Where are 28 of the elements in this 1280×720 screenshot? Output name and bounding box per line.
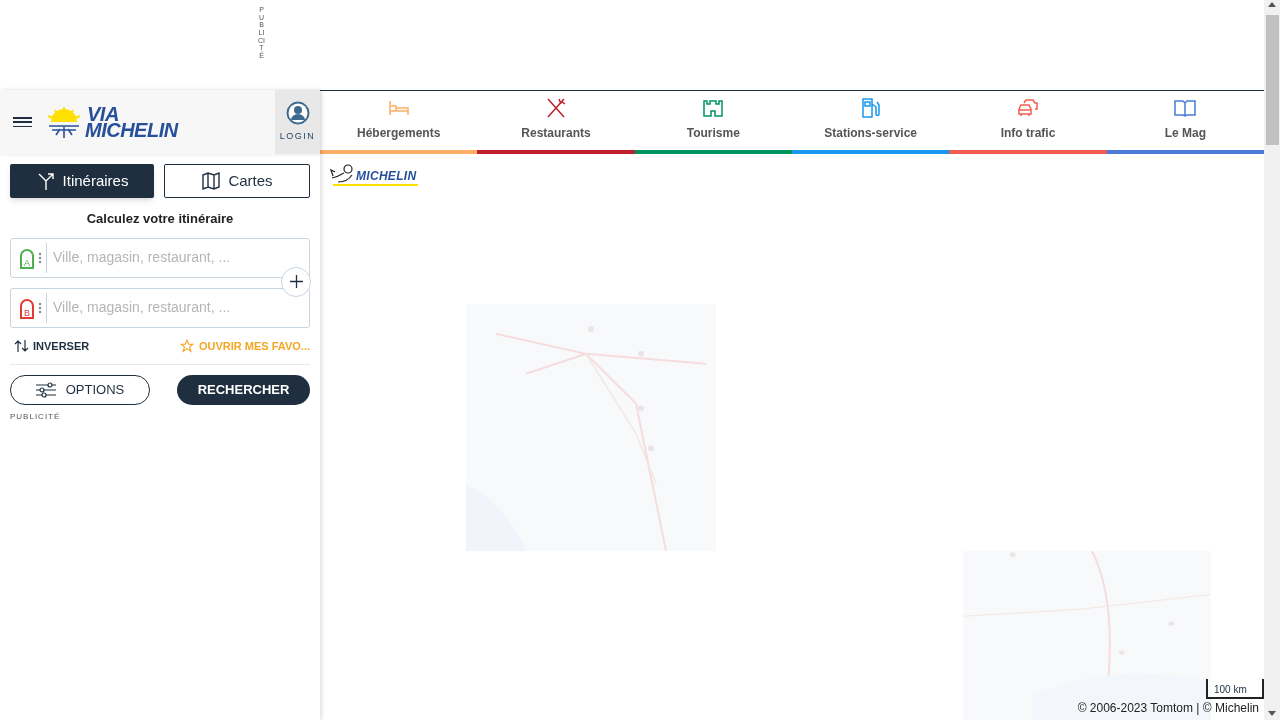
- login-button[interactable]: LOGIN: [275, 90, 320, 154]
- swap-button[interactable]: INVERSER: [14, 337, 90, 354]
- menu-button[interactable]: [13, 115, 32, 129]
- form-title: Calculez votre itinéraire: [85, 210, 235, 228]
- mode-tab[interactable]: Itinéraires: [10, 164, 154, 198]
- logo-text: VIA: [87, 106, 119, 122]
- location-field[interactable]: Ville, magasin, restaurant, ...: [53, 297, 309, 318]
- marker-icon: A: [19, 246, 35, 269]
- sun-icon: [47, 105, 81, 139]
- user-avatar-icon: [285, 100, 310, 125]
- marker-icon: B: [19, 296, 35, 319]
- ad-label: PUBLICITÉ: [10, 411, 61, 423]
- copyright-text: © 2006-2023 Tomtom | © Michelin: [1077, 700, 1259, 717]
- cutlery-icon: [544, 96, 568, 120]
- sliders-icon: [35, 382, 56, 398]
- star-icon: [179, 338, 194, 353]
- mode-tab[interactable]: Cartes: [164, 164, 310, 198]
- location-field[interactable]: Ville, magasin, restaurant, ...: [53, 247, 309, 268]
- logo-text: MICHELIN: [85, 122, 178, 138]
- location-field[interactable]: B Ville, magasin, restaurant, ...: [10, 287, 310, 328]
- michelin-logo-text: MICHELIN: [356, 170, 417, 182]
- drag-handle-icon: [38, 251, 42, 264]
- map-icon: [201, 171, 222, 191]
- plus-icon: [289, 275, 303, 288]
- scale-bar: 100 km: [1206, 679, 1264, 699]
- drag-handle-icon: [38, 301, 42, 314]
- swap-icon: [14, 339, 29, 352]
- search-button[interactable]: RECHERCHER: [177, 375, 310, 405]
